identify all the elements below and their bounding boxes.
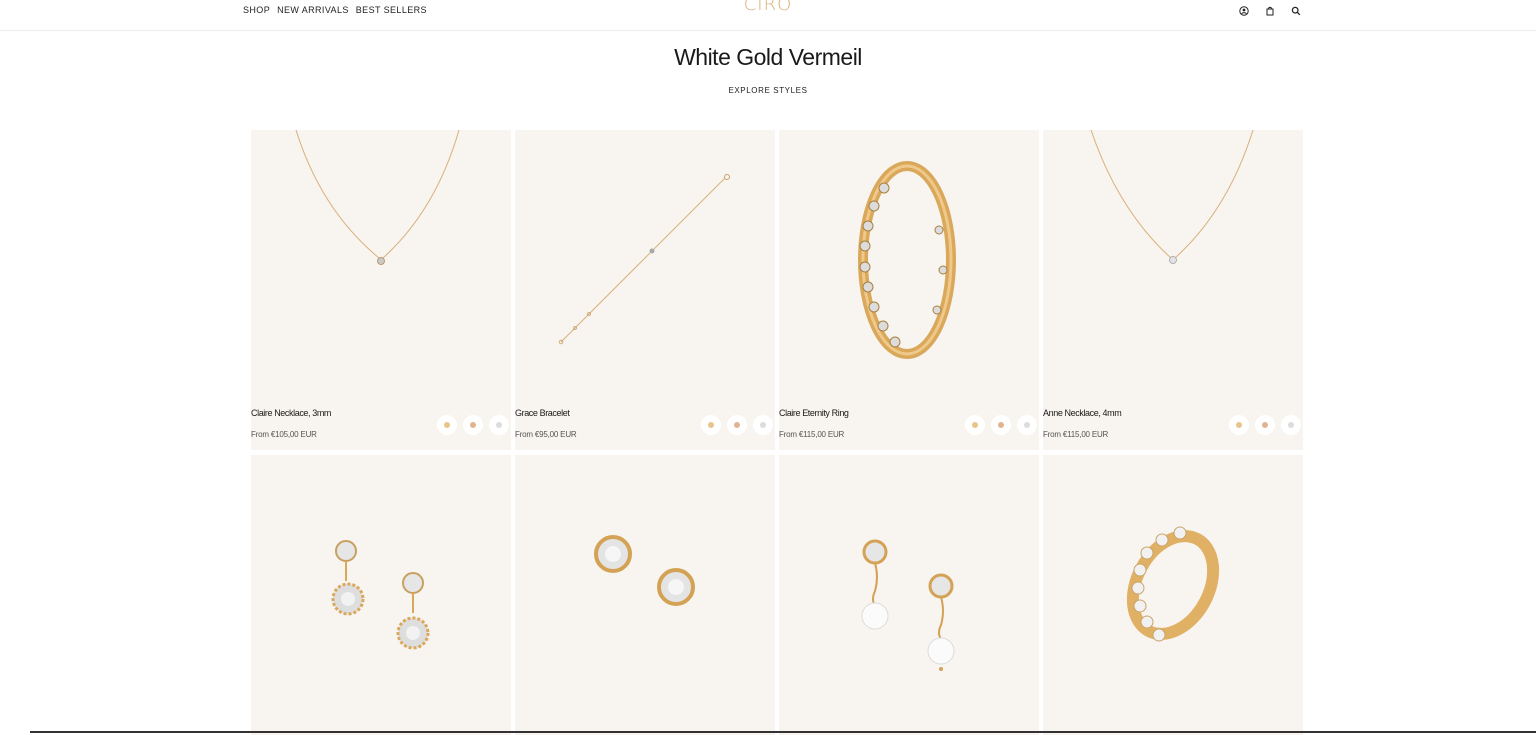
product-card[interactable] — [515, 455, 775, 735]
stone-ring-icon — [1126, 526, 1220, 642]
site-header: SHOP NEW ARRIVALS BEST SELLERS CIRO — [0, 0, 1536, 31]
swatch-rose-gold[interactable] — [1255, 415, 1275, 435]
swatch-white-gold[interactable] — [489, 415, 509, 435]
bag-icon[interactable] — [1263, 4, 1276, 17]
product-card[interactable] — [251, 455, 511, 735]
swatch-white-gold[interactable] — [753, 415, 773, 435]
product-card[interactable] — [779, 455, 1039, 735]
stud-earrings-icon — [594, 535, 695, 606]
product-name[interactable]: Anne Necklace, 4mm — [1043, 408, 1122, 418]
product-card[interactable]: Anne Necklace, 4mm From €115,00 EUR — [1043, 130, 1303, 450]
halo-drop-earrings-icon — [331, 540, 430, 650]
swatch-rose-gold[interactable] — [991, 415, 1011, 435]
swatch-yellow-gold[interactable] — [701, 415, 721, 435]
swatch-white-gold[interactable] — [1281, 415, 1301, 435]
product-name[interactable]: Grace Bracelet — [515, 408, 570, 418]
swatch-rose-gold[interactable] — [727, 415, 747, 435]
search-icon[interactable] — [1289, 4, 1302, 17]
color-swatches — [701, 415, 773, 435]
bracelet-icon — [558, 174, 730, 345]
product-price: From €115,00 EUR — [1043, 430, 1109, 439]
product-price: From €95,00 EUR — [515, 430, 577, 439]
product-name[interactable]: Claire Necklace, 3mm — [251, 408, 331, 418]
eternity-ring-icon — [858, 161, 956, 359]
product-card[interactable] — [1043, 455, 1303, 735]
product-name[interactable]: Claire Eternity Ring — [779, 408, 849, 418]
necklace-icon — [1090, 130, 1254, 264]
page-title: White Gold Vermeil — [674, 44, 862, 70]
product-card[interactable]: Grace Bracelet From €95,00 EUR — [515, 130, 775, 450]
site-logo[interactable]: CIRO — [0, 0, 1536, 15]
swatch-yellow-gold[interactable] — [965, 415, 985, 435]
product-card[interactable]: Claire Eternity Ring From €115,00 EUR — [779, 130, 1039, 450]
color-swatches — [437, 415, 509, 435]
swatch-yellow-gold[interactable] — [437, 415, 457, 435]
necklace-icon — [295, 130, 460, 265]
product-price: From €115,00 EUR — [779, 430, 845, 439]
product-grid: Claire Necklace, 3mm From €105,00 EUR Gr… — [251, 130, 1303, 735]
swatch-yellow-gold[interactable] — [1229, 415, 1249, 435]
color-swatches — [965, 415, 1037, 435]
color-swatches — [1229, 415, 1301, 435]
swatch-rose-gold[interactable] — [463, 415, 483, 435]
pearl-drop-earrings-icon — [861, 539, 955, 671]
explore-styles-button[interactable]: EXPLORE STYLES — [0, 86, 1536, 95]
product-price: From €105,00 EUR — [251, 430, 317, 439]
account-icon[interactable] — [1237, 4, 1250, 17]
swatch-white-gold[interactable] — [1017, 415, 1037, 435]
product-card[interactable]: Claire Necklace, 3mm From €105,00 EUR — [251, 130, 511, 450]
header-icons — [1237, 4, 1302, 17]
